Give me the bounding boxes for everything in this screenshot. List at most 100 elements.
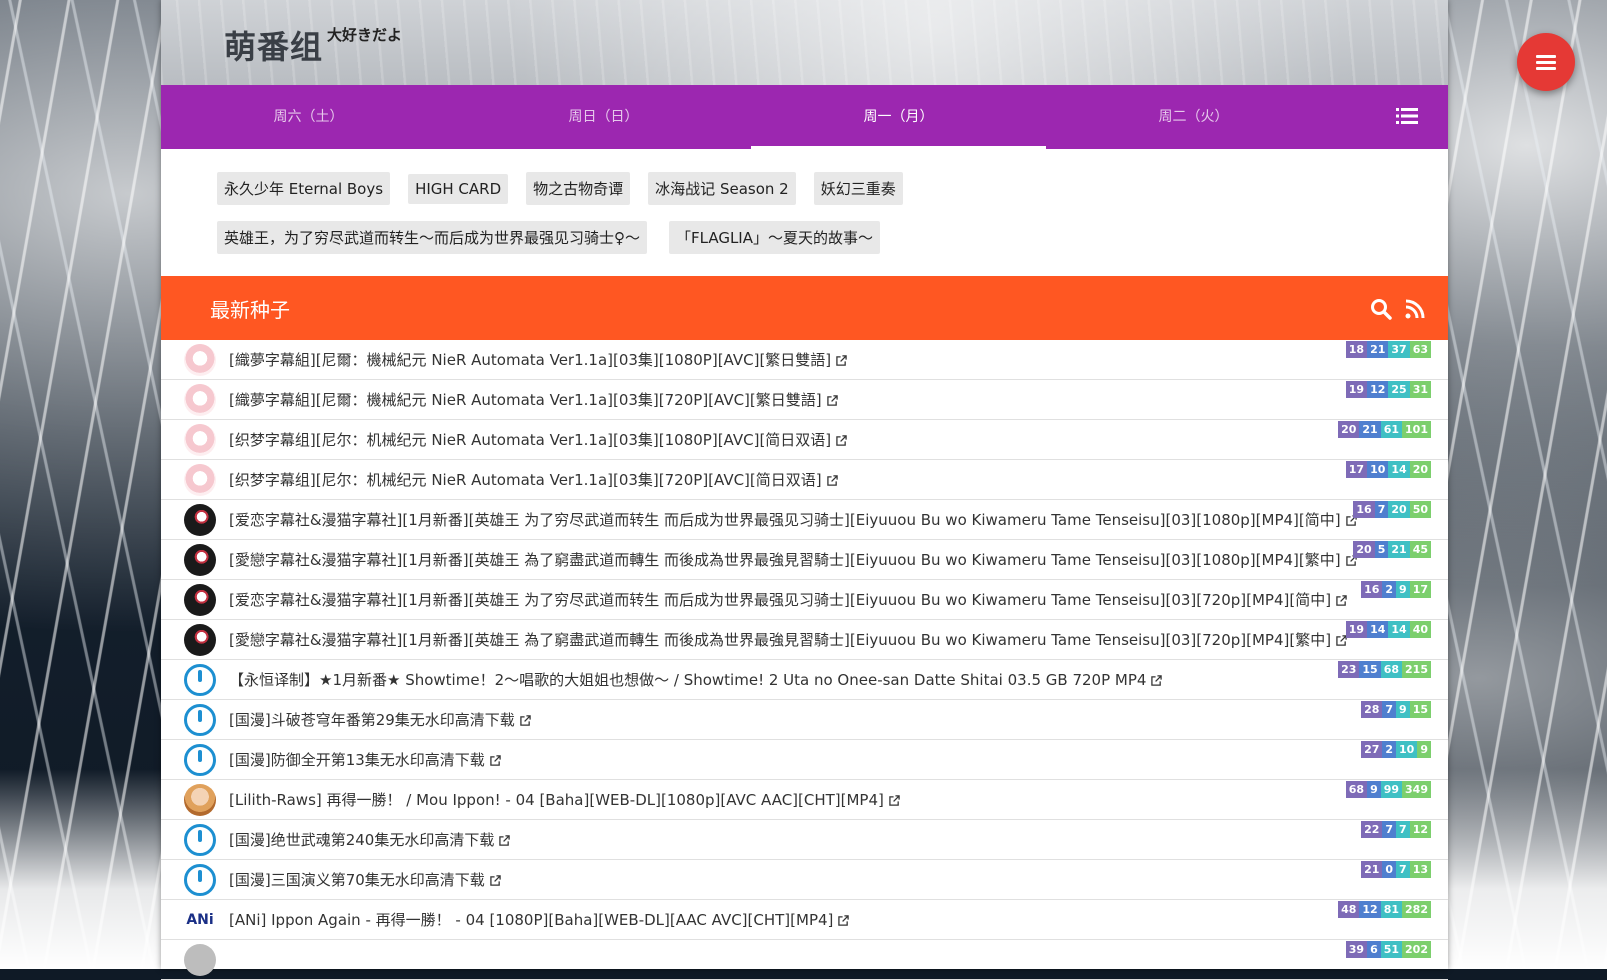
team-avatar[interactable] [184, 344, 216, 376]
torrent-stats: 17 10 14 20 [1345, 461, 1431, 478]
torrent-link[interactable]: [爱恋字幕社&漫猫字幕社][1月新番][英雄王 为了穷尽武道而转生 而后成为世界… [229, 500, 1357, 540]
torrent-stats: 39 6 51 202 [1345, 941, 1431, 958]
torrent-row: [愛戀字幕社&漫猫字幕社][1月新番][英雄王 為了窮盡武道而轉生 而後成為世界… [161, 540, 1448, 580]
list-view-icon[interactable] [1396, 107, 1418, 125]
external-link-icon [1336, 595, 1347, 606]
torrent-row: [愛戀字幕社&漫猫字幕社][1月新番][英雄王 為了窮盡武道而轉生 而後成為世界… [161, 620, 1448, 660]
torrent-row: 39 6 51 202 [161, 940, 1448, 980]
torrent-stats: 20 5 21 45 [1353, 541, 1431, 558]
bangumi-list: 永久少年 Eternal Boys HIGH CARD 物之古物奇谭 冰海战记 Sea… [161, 149, 1448, 254]
torrent-list: [織夢字幕組][尼爾：機械紀元 NieR Automata Ver1.1a][0… [161, 340, 1448, 980]
torrent-link[interactable]: [织梦字幕组][尼尔：机械纪元 NieR Automata Ver1.1a][0… [229, 460, 838, 500]
torrent-link[interactable]: 【永恒译制】★1月新番★ Showtime！2～唱歌的大姐姐也想做～ / Sho… [229, 660, 1163, 700]
torrent-link[interactable]: [国漫]绝世武魂第240集无水印高清下载 [229, 820, 511, 860]
team-avatar[interactable] [184, 384, 216, 416]
torrent-link[interactable]: [織夢字幕組][尼爾：機械紀元 NieR Automata Ver1.1a][0… [229, 380, 838, 420]
bangumi-chip[interactable]: HIGH CARD [408, 174, 509, 204]
torrent-row: [国漫]三国演义第70集无水印高清下载 21 0 7 13 [161, 860, 1448, 900]
bangumi-chip[interactable]: 物之古物奇谭 [526, 172, 631, 205]
menu-fab-button[interactable] [1517, 33, 1575, 91]
torrent-row: [織夢字幕組][尼爾：機械紀元 NieR Automata Ver1.1a][0… [161, 380, 1448, 420]
torrent-link[interactable]: [爱恋字幕社&漫猫字幕社][1月新番][英雄王 为了穷尽武道而转生 而后成为世界… [229, 580, 1347, 620]
team-avatar[interactable] [184, 744, 216, 776]
team-avatar[interactable] [184, 864, 216, 896]
torrent-row: [爱恋字幕社&漫猫字幕社][1月新番][英雄王 为了穷尽武道而转生 而后成为世界… [161, 580, 1448, 620]
torrent-link[interactable]: [Lilith-Raws] 再得一勝！ / Mou Ippon! - 04 [B… [229, 780, 900, 820]
external-link-icon [490, 755, 501, 766]
team-avatar[interactable] [184, 464, 216, 496]
tab-sunday[interactable]: 周日（日） [456, 85, 751, 149]
site-tagline: 大好きだよ [327, 26, 403, 44]
torrent-stats: 27 2 10 9 [1361, 741, 1431, 758]
torrent-stats: 48 12 81 282 [1338, 901, 1431, 918]
torrent-stats: 23 15 68 215 [1338, 661, 1431, 678]
torrent-stats: 19 12 25 31 [1345, 381, 1431, 398]
torrent-row: [织梦字幕组][尼尔：机械纪元 NieR Automata Ver1.1a][0… [161, 460, 1448, 500]
external-link-icon [499, 835, 511, 846]
bangumi-chip[interactable]: 妖幻三重奏 [813, 172, 903, 205]
bangumi-chip[interactable]: 永久少年 Eternal Boys [217, 172, 391, 205]
weekday-tabs: 周六（土） 周日（日） 周一（月） 周二（火） [161, 85, 1448, 149]
torrent-row: 【永恒译制】★1月新番★ Showtime！2～唱歌的大姐姐也想做～ / Sho… [161, 660, 1448, 700]
rss-icon[interactable] [1404, 298, 1426, 320]
external-link-icon [520, 715, 531, 726]
team-avatar[interactable] [184, 504, 216, 536]
torrent-stats: 20 21 61 101 [1338, 421, 1431, 438]
site-header: 萌番组 大好きだよ [161, 0, 1448, 85]
torrent-stats: 16 2 9 17 [1361, 581, 1431, 598]
torrent-link[interactable]: [織夢字幕組][尼爾：機械紀元 NieR Automata Ver1.1a][0… [229, 340, 847, 380]
bangumi-chip[interactable]: 「FLAGLIA」～夏天的故事～ [669, 221, 880, 254]
torrent-link[interactable]: [愛戀字幕社&漫猫字幕社][1月新番][英雄王 為了窮盡武道而轉生 而後成為世界… [229, 620, 1347, 660]
torrent-link[interactable]: [国漫]防御全开第13集无水印高清下载 [229, 740, 501, 780]
torrent-row: [国漫]防御全开第13集无水印高清下载 27 2 10 9 [161, 740, 1448, 780]
torrent-stats: 22 7 7 12 [1361, 821, 1431, 838]
torrent-link[interactable]: [织梦字幕组][尼尔：机械纪元 NieR Automata Ver1.1a][0… [229, 420, 847, 460]
torrent-row: ANi [ANi] Ippon Again - 再得一勝！ - 04 [1080… [161, 900, 1448, 940]
external-link-icon [826, 475, 838, 486]
torrent-stats: 18 21 37 63 [1345, 341, 1431, 358]
torrent-section-header: 最新种子 [161, 276, 1448, 340]
team-avatar[interactable] [184, 824, 216, 856]
search-icon[interactable] [1370, 298, 1392, 320]
torrent-stats: 16 7 20 50 [1353, 501, 1431, 518]
tab-monday[interactable]: 周一（月） [751, 85, 1046, 149]
torrent-row: [織夢字幕組][尼爾：機械紀元 NieR Automata Ver1.1a][0… [161, 340, 1448, 380]
team-avatar[interactable] [184, 664, 216, 696]
team-avatar[interactable] [184, 544, 216, 576]
torrent-link[interactable]: [国漫]三国演义第70集无水印高清下载 [229, 860, 501, 900]
external-link-icon [1151, 675, 1163, 686]
team-avatar[interactable] [184, 784, 216, 816]
torrent-stats: 21 0 7 13 [1361, 861, 1431, 878]
main-container: 萌番组 大好きだよ 周六（土） 周日（日） 周一（月） 周二（火） 永久少年 E… [161, 0, 1448, 980]
menu-icon [1536, 55, 1556, 70]
torrent-link[interactable]: [国漫]斗破苍穹年番第29集无水印高清下载 [229, 700, 531, 740]
torrent-link[interactable]: [愛戀字幕社&漫猫字幕社][1月新番][英雄王 為了窮盡武道而轉生 而後成為世界… [229, 540, 1357, 580]
team-avatar[interactable]: ANi [184, 904, 216, 936]
torrent-row: [国漫]绝世武魂第240集无水印高清下载 22 7 7 12 [161, 820, 1448, 860]
team-avatar[interactable] [184, 624, 216, 656]
torrent-row: [Lilith-Raws] 再得一勝！ / Mou Ippon! - 04 [B… [161, 780, 1448, 820]
tab-saturday[interactable]: 周六（土） [161, 85, 456, 149]
tab-tuesday[interactable]: 周二（火） [1046, 85, 1341, 149]
external-link-icon [838, 915, 850, 926]
team-avatar[interactable] [184, 944, 216, 976]
torrent-stats: 19 14 14 40 [1345, 621, 1431, 638]
external-link-icon [836, 355, 847, 366]
site-brand[interactable]: 萌番组 [224, 22, 323, 68]
external-link-icon [836, 435, 847, 446]
torrent-stats: 68 9 99 349 [1345, 781, 1431, 798]
external-link-icon [490, 875, 501, 886]
torrent-row: [爱恋字幕社&漫猫字幕社][1月新番][英雄王 为了穷尽武道而转生 而后成为世界… [161, 500, 1448, 540]
torrent-section-title: 最新种子 [210, 298, 290, 322]
torrent-link[interactable]: [ANi] Ippon Again - 再得一勝！ - 04 [1080P][B… [229, 900, 850, 940]
bangumi-chip[interactable]: 冰海战记 Season 2 [648, 172, 796, 205]
bangumi-chip[interactable]: 英雄王，为了穷尽武道而转生～而后成为世界最强见习骑士♀～ [217, 221, 647, 254]
external-link-icon [826, 395, 838, 406]
team-avatar[interactable] [184, 704, 216, 736]
torrent-row: [织梦字幕组][尼尔：机械纪元 NieR Automata Ver1.1a][0… [161, 420, 1448, 460]
team-avatar[interactable] [184, 424, 216, 456]
external-link-icon [889, 795, 900, 806]
torrent-stats: 28 7 9 15 [1361, 701, 1431, 718]
team-avatar[interactable] [184, 584, 216, 616]
torrent-row: [国漫]斗破苍穹年番第29集无水印高清下载 28 7 9 15 [161, 700, 1448, 740]
